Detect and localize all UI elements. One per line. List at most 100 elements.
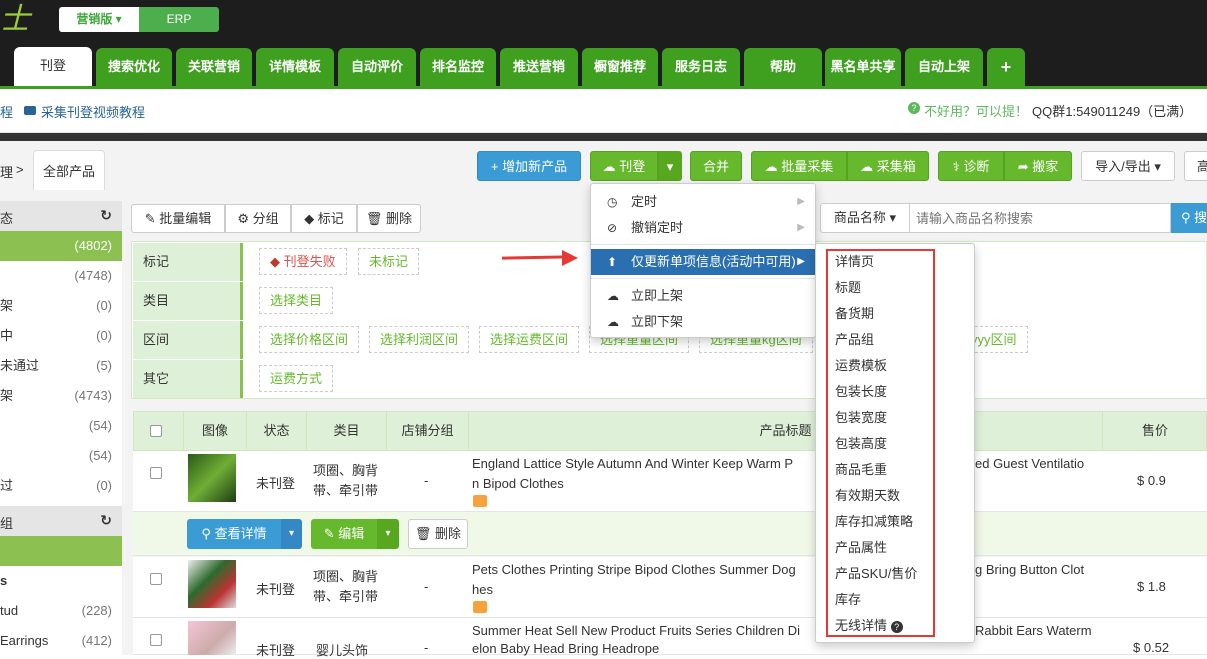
submenu-item-gross-weight[interactable]: 商品毛重	[835, 457, 887, 483]
search-input[interactable]	[909, 203, 1171, 233]
sidebar-item[interactable]: 过 (0)	[0, 471, 122, 501]
tab-add-button[interactable]: +	[987, 48, 1025, 86]
submenu-item-stock-deduction[interactable]: 库存扣减策略	[835, 509, 913, 535]
row-title-rest[interactable]: ed Guest Ventilatio	[975, 456, 1084, 471]
product-thumbnail[interactable]	[188, 621, 236, 655]
caret-down-icon[interactable]: ▾	[281, 519, 302, 549]
tab-auto-review[interactable]: 自动评价	[338, 48, 416, 86]
row-checkbox[interactable]	[150, 634, 162, 646]
tab-auto-listing[interactable]: 自动上架	[905, 48, 983, 86]
sidebar-group-item[interactable]: s	[0, 566, 122, 596]
menu-item-list-now[interactable]: ☁ 立即上架	[591, 283, 815, 309]
submenu-item-mobile-detail[interactable]: 无线详情 ?	[835, 613, 903, 639]
submenu-item-package-length[interactable]: 包装长度	[835, 379, 887, 405]
mark-button[interactable]: ◆ 标记	[291, 204, 357, 233]
refresh-icon[interactable]: ↻	[100, 512, 112, 529]
row-checkbox[interactable]	[150, 573, 162, 585]
tab-publish[interactable]: 刊登	[14, 47, 92, 88]
submenu-item-product-group[interactable]: 产品组	[835, 327, 874, 353]
sidebar-item-all[interactable]: (4802)	[0, 231, 122, 261]
tab-search-optimization[interactable]: 搜索优化	[96, 48, 172, 86]
select-all-checkbox[interactable]	[150, 425, 162, 437]
submenu-item-valid-days[interactable]: 有效期天数	[835, 483, 900, 509]
filter-tag-profit-range[interactable]: 选择利润区间	[369, 326, 470, 353]
sidebar-group-item[interactable]: Earrings (412)	[0, 626, 122, 656]
tab-push-marketing[interactable]: 推送营销	[500, 48, 578, 86]
submenu-item-sku-price[interactable]: 产品SKU/售价	[835, 561, 917, 587]
video-tutorial-link[interactable]: 采集刊登视频教程	[41, 102, 145, 121]
row-title[interactable]: Summer Heat Sell New Product Fruits Seri…	[472, 623, 812, 638]
row-title-rest[interactable]: Rabbit Ears Waterm	[975, 623, 1092, 638]
view-details-button[interactable]: ⚲ 查看详情	[187, 519, 281, 549]
caret-down-icon[interactable]: ▾	[377, 519, 399, 549]
sidebar-item[interactable]: 架 (0)	[0, 291, 122, 321]
submenu-item-title[interactable]: 标题	[835, 275, 861, 301]
tab-detail-template[interactable]: 详情模板	[256, 48, 334, 86]
edit-button[interactable]: ✎ 编辑	[311, 519, 377, 549]
filter-tag-shipping-range[interactable]: 选择运费区间	[479, 326, 580, 353]
aliexpress-icon[interactable]	[473, 601, 487, 613]
tab-help[interactable]: 帮助	[744, 48, 822, 86]
row-title-line2[interactable]: n Bipod Clothes	[472, 476, 564, 491]
version-selector-button[interactable]: 营销版 ▾	[59, 7, 139, 32]
publish-dropdown-toggle[interactable]: ▾	[658, 151, 682, 181]
import-export-button[interactable]: 导入/导出 ▾	[1081, 151, 1175, 181]
filter-tag-shipping-method[interactable]: 运费方式	[259, 365, 334, 392]
batch-collect-button[interactable]: ☁ 批量采集	[751, 151, 847, 181]
tab-related-marketing[interactable]: 关联营销	[176, 48, 252, 86]
filter-tag-unmarked[interactable]: 未标记	[358, 248, 420, 275]
tab-service-log[interactable]: 服务日志	[662, 48, 740, 86]
filter-tag-publish-failed[interactable]: ◆ 刊登失败	[259, 248, 347, 275]
row-checkbox[interactable]	[150, 467, 162, 479]
submenu-item-detail-page[interactable]: 详情页	[835, 249, 874, 275]
filter-tag-price-range[interactable]: 选择价格区间	[259, 326, 360, 353]
high-button[interactable]: 高	[1184, 151, 1207, 181]
product-thumbnail[interactable]	[188, 454, 236, 502]
menu-item-schedule[interactable]: ◷ 定时 ▶	[591, 189, 815, 215]
collect-box-button[interactable]: ☁ 采集箱	[847, 151, 929, 181]
diagnose-button[interactable]: ⚕ 诊断	[938, 151, 1004, 181]
sidebar-group-item[interactable]: tud (228)	[0, 596, 122, 626]
tab-all-products[interactable]: 全部产品	[33, 150, 105, 190]
sidebar-item[interactable]: (54)	[0, 441, 122, 471]
row-title-line2[interactable]: elon Baby Head Bring Headrope	[472, 641, 659, 656]
submenu-item-product-attributes[interactable]: 产品属性	[835, 535, 887, 561]
search-button[interactable]: ⚲ 搜	[1171, 203, 1207, 233]
product-thumbnail[interactable]	[188, 560, 236, 608]
row-title-rest[interactable]: g Bring Button Clot	[975, 562, 1084, 577]
feedback-link[interactable]: 不好用？可以提！	[924, 101, 1028, 120]
search-field-select[interactable]: 商品名称 ▾	[820, 203, 910, 233]
row-title-line2[interactable]: hes	[472, 582, 493, 597]
tab-window-recommend[interactable]: 橱窗推荐	[582, 48, 658, 86]
sidebar-group-selected[interactable]	[0, 536, 122, 566]
menu-item-update-single[interactable]: ⬆ 仅更新单项信息(活动中可用) ▶	[591, 249, 815, 275]
sidebar-item[interactable]: (54)	[0, 411, 122, 441]
submenu-item-stock-period[interactable]: 备货期	[835, 301, 874, 327]
info-left-fragment[interactable]: 程	[0, 102, 13, 121]
menu-item-delist-now[interactable]: ☁ 立即下架	[591, 309, 815, 335]
submenu-item-package-height[interactable]: 包装高度	[835, 431, 887, 457]
submenu-item-shipping-template[interactable]: 运费模板	[835, 353, 887, 379]
erp-button[interactable]: ERP	[139, 7, 219, 32]
question-icon[interactable]: ?	[890, 620, 903, 633]
tab-blacklist-share[interactable]: 黑名单共享	[825, 48, 901, 86]
tab-rank-monitor[interactable]: 排名监控	[420, 48, 496, 86]
add-product-button[interactable]: + 增加新产品	[477, 151, 581, 181]
row-title[interactable]: England Lattice Style Autumn And Winter …	[472, 456, 812, 471]
sidebar-item[interactable]: 架 (4743)	[0, 381, 122, 411]
move-button[interactable]: ➦ 搬家	[1004, 151, 1072, 181]
group-button[interactable]: ⚙ 分组	[225, 204, 291, 233]
sidebar-item[interactable]: (4748)	[0, 261, 122, 291]
delete-button[interactable]: 🗑 删除	[357, 204, 421, 233]
sidebar-item[interactable]: 未通过 (5)	[0, 351, 122, 381]
publish-button[interactable]: ☁ 刊登	[590, 151, 658, 181]
filter-tag-select-category[interactable]: 选择类目	[259, 287, 334, 314]
submenu-item-package-width[interactable]: 包装宽度	[835, 405, 887, 431]
breadcrumb-prev[interactable]: 理	[0, 162, 13, 181]
refresh-icon[interactable]: ↻	[100, 207, 112, 224]
aliexpress-icon[interactable]	[473, 495, 487, 507]
submenu-item-inventory[interactable]: 库存	[835, 587, 861, 613]
sidebar-item[interactable]: 中 (0)	[0, 321, 122, 351]
menu-item-cancel-schedule[interactable]: ⊘ 撤销定时 ▶	[591, 215, 815, 241]
row-delete-button[interactable]: 🗑 删除	[408, 519, 468, 549]
